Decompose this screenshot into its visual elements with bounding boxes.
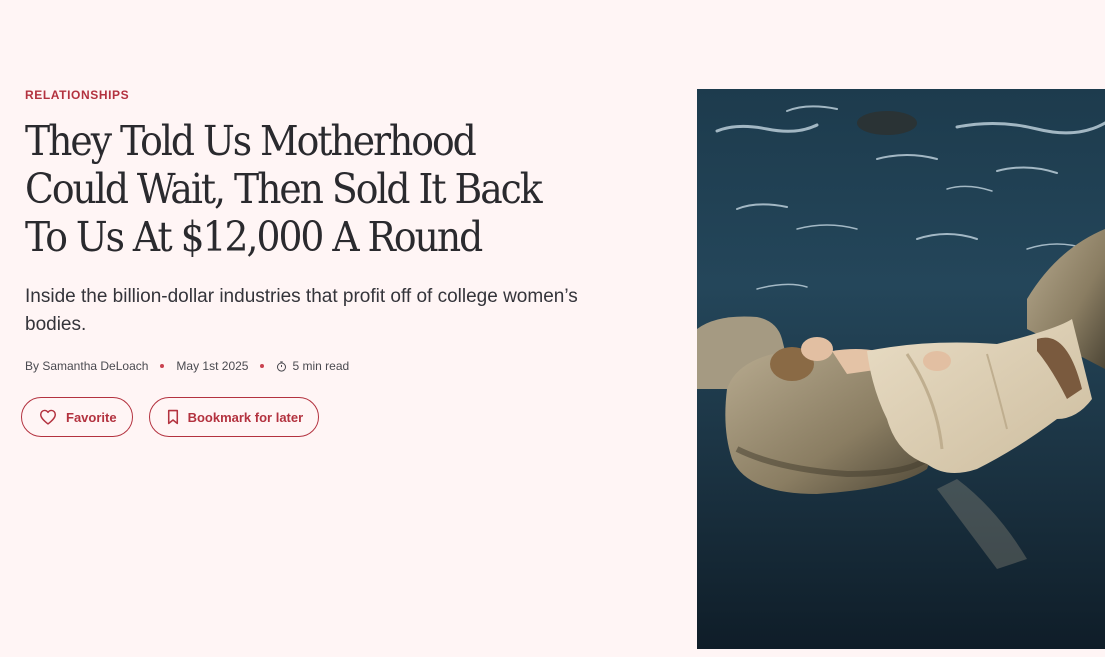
clock-icon [276, 360, 287, 372]
article-dek: Inside the billion-dollar industries tha… [25, 286, 578, 335]
article-meta: By Samantha DeLoach May 1st 2025 5 min r… [25, 359, 645, 373]
heart-icon [39, 409, 57, 425]
category-label[interactable]: RELATIONSHIPS [25, 88, 645, 102]
read-time: 5 min read [292, 359, 350, 373]
hero-image [697, 89, 1105, 649]
article-headline: They Told Us Motherhood Could Wait, Then… [25, 117, 543, 261]
favorite-button[interactable]: Favorite [21, 397, 133, 437]
bookmark-button[interactable]: Bookmark for later [148, 397, 320, 437]
article-header: RELATIONSHIPS They Told Us Motherhood Co… [21, 88, 645, 437]
publish-date: May 1st 2025 [176, 359, 249, 373]
meta-separator [260, 364, 265, 368]
byline[interactable]: By Samantha DeLoach [25, 359, 148, 373]
meta-separator [160, 364, 165, 368]
article-actions: Favorite Bookmark for later [21, 397, 645, 437]
favorite-label: Favorite [66, 409, 117, 425]
bookmark-icon [167, 409, 179, 425]
bookmark-label: Bookmark for later [187, 409, 304, 425]
